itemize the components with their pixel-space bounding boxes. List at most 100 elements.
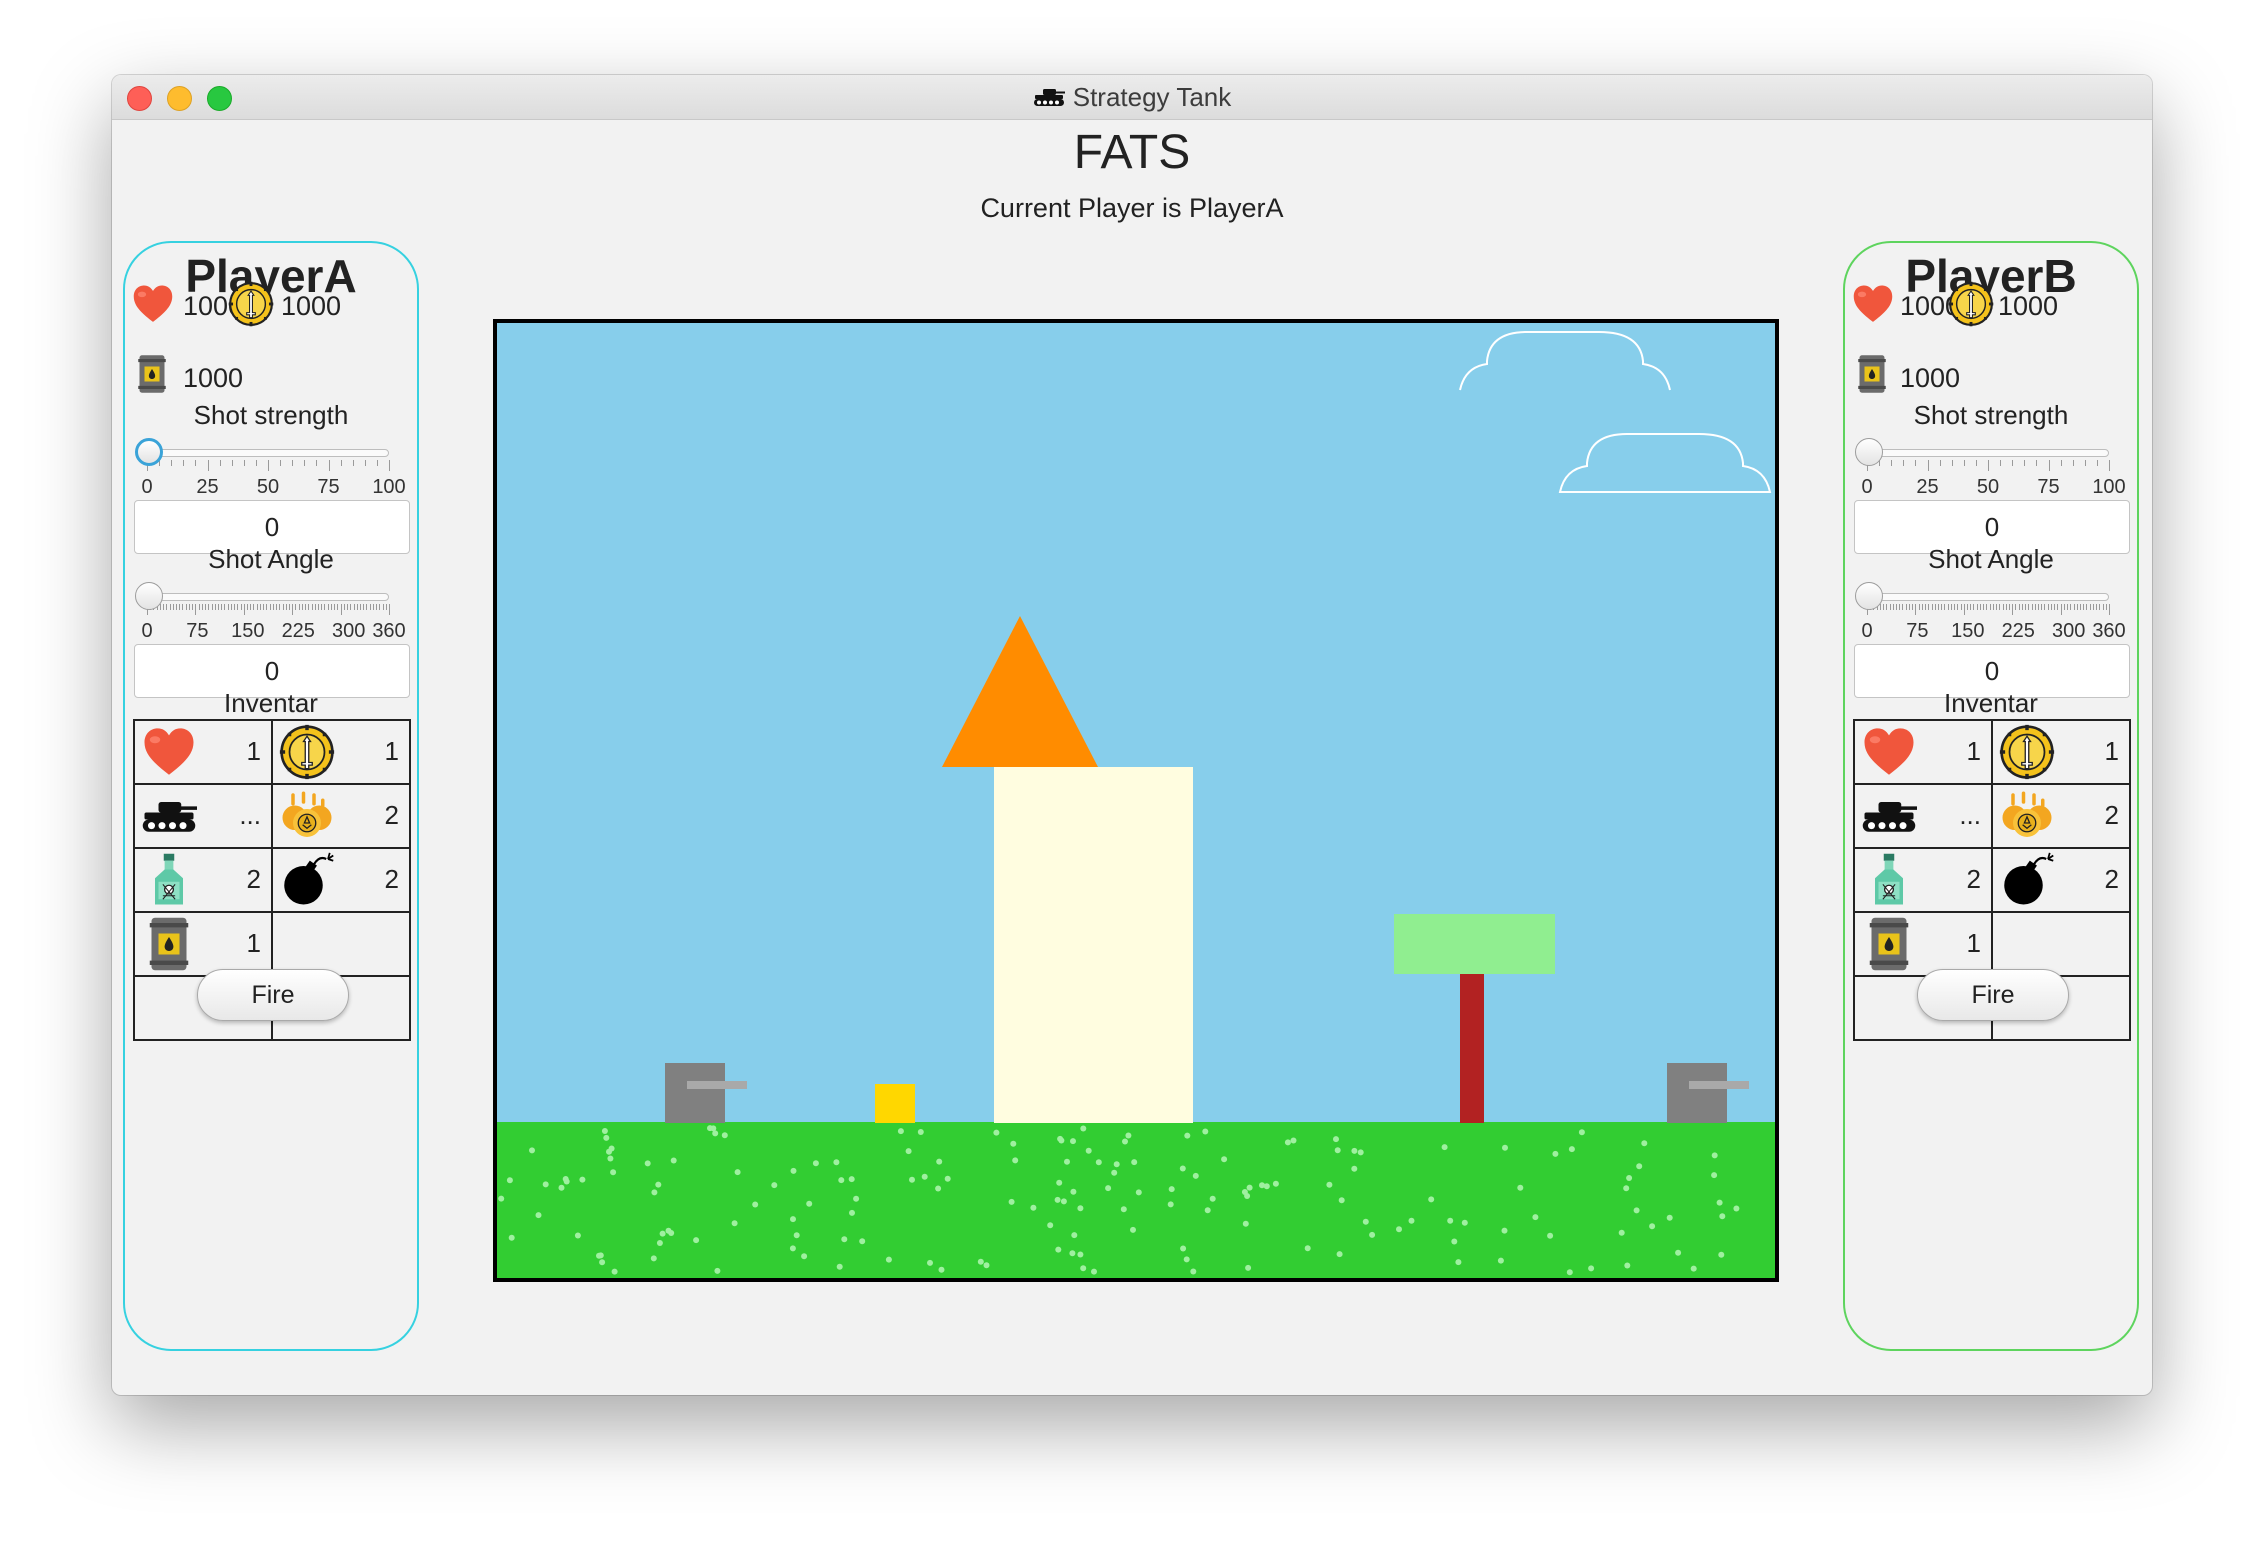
- poison-bottle-icon: [141, 852, 197, 908]
- grass-flower: [752, 1201, 759, 1208]
- slider-tick: [1963, 604, 1965, 615]
- grass-flower: [993, 1129, 1000, 1136]
- slider-tick: [2041, 604, 2043, 610]
- player-b-fire-button[interactable]: Fire: [1917, 969, 2069, 1021]
- inventory-slot[interactable]: 2: [1991, 847, 2131, 913]
- grass-flower: [1183, 1256, 1190, 1263]
- grass-flower: [721, 1132, 728, 1139]
- slider-thumb[interactable]: [1855, 438, 1883, 466]
- grass-flower: [1428, 1196, 1435, 1203]
- inventory-slot[interactable]: 1: [1991, 719, 2131, 785]
- slider-tick: [328, 460, 330, 471]
- slider-tick: [253, 604, 255, 610]
- grass-flower: [790, 1167, 797, 1174]
- inventory-count: 1: [1966, 736, 1981, 766]
- slider-tick: [1941, 604, 1943, 610]
- slider-tick: [2063, 604, 2065, 610]
- slider-tick: [2060, 460, 2062, 466]
- grass-flower: [1408, 1217, 1415, 1224]
- inventory-slot[interactable]: 2: [271, 783, 411, 849]
- inventory-count: 1: [2104, 736, 2119, 766]
- grass-flower: [1711, 1172, 1718, 1179]
- inventory-label: Inventar: [224, 688, 318, 718]
- shot-strength-label: Shot strength: [1913, 400, 2069, 430]
- inventory-slot[interactable]: 1: [133, 911, 273, 977]
- inventory-count: 2: [2104, 864, 2119, 894]
- grass-flower: [1497, 1257, 1504, 1264]
- slider-tick: [376, 604, 378, 610]
- grass-flower: [1578, 1129, 1585, 1136]
- slider-tick: [321, 604, 323, 610]
- player-a-angle-slider[interactable]: 0 75 150 225 300 360: [135, 582, 406, 648]
- grass-flower: [529, 1147, 535, 1154]
- player-a-fire-button[interactable]: Fire: [197, 969, 349, 1021]
- inventory-slot[interactable]: 1: [133, 719, 273, 785]
- grass-flower: [1030, 1204, 1037, 1211]
- slider-tick-label: 25: [196, 476, 219, 498]
- player-b-angle-slider[interactable]: 0 75 150 225 300 360: [1855, 582, 2126, 648]
- slider-tick: [195, 460, 197, 466]
- slider-thumb[interactable]: [135, 582, 163, 610]
- slider-tick: [269, 604, 271, 610]
- game-canvas[interactable]: [493, 319, 1779, 1282]
- game-title: FATS: [1073, 126, 1191, 179]
- grass-flower: [665, 1227, 672, 1234]
- slider-tick: [1921, 604, 1923, 610]
- slider-tick: [2105, 604, 2107, 610]
- inventory-count: 2: [1966, 864, 1981, 894]
- slider-tick: [182, 604, 184, 610]
- inventory-slot[interactable]: 2: [271, 847, 411, 913]
- slider-thumb[interactable]: [1855, 582, 1883, 610]
- slider-tick: [363, 604, 365, 610]
- inventory-label: Inventar: [1944, 688, 2038, 718]
- grass-flower: [558, 1184, 565, 1191]
- grass-flower: [535, 1212, 542, 1219]
- grass-flower: [1690, 1265, 1697, 1272]
- inventory-slot[interactable]: 1: [1853, 719, 1993, 785]
- inventory-slot[interactable]: 2: [1991, 783, 2131, 849]
- slider-thumb[interactable]: [135, 438, 163, 466]
- slider-tick-label: 75: [2037, 476, 2060, 498]
- grass-flower: [1125, 1132, 1132, 1139]
- grass-flower: [1058, 1137, 1065, 1144]
- slider-tick: [385, 604, 387, 610]
- grass-flower: [1131, 1159, 1138, 1166]
- grass-flower: [670, 1157, 677, 1164]
- inventory-slot[interactable]: 2: [1853, 847, 1993, 913]
- slider-tick-label: 0: [141, 620, 153, 642]
- player-a-strength-slider[interactable]: 0 25 50 75 100: [135, 438, 406, 504]
- grass-flower: [608, 1145, 615, 1152]
- explosion-icon: [1999, 788, 2055, 844]
- grass-flower: [859, 1238, 866, 1245]
- inventory-slot[interactable]: 2: [133, 847, 273, 913]
- slider-tick: [2057, 604, 2059, 610]
- grass-flower: [506, 1177, 513, 1184]
- slider-tick: [2002, 604, 2004, 610]
- inventory-slot[interactable]: ...: [133, 783, 273, 849]
- grass-flower: [1624, 1262, 1631, 1269]
- grass-flower: [1547, 1232, 1554, 1239]
- grass-flower: [1334, 1147, 1341, 1154]
- slider-tick: [347, 604, 349, 610]
- slider-tick: [1915, 460, 1917, 466]
- player-b-money: 1000: [1998, 291, 2059, 321]
- inventory-count: 2: [2104, 800, 2119, 830]
- inventory-slot[interactable]: [1991, 911, 2131, 977]
- slider-tick: [1999, 604, 2001, 610]
- player-b-strength-slider[interactable]: 0 25 50 75 100: [1855, 438, 2126, 504]
- inventory-slot[interactable]: 1: [271, 719, 411, 785]
- slider-tick: [2083, 604, 2085, 610]
- slider-tick: [276, 604, 278, 610]
- slider-tick: [217, 604, 219, 610]
- grass-flower: [1623, 1185, 1630, 1192]
- inventory-slot[interactable]: ...: [1853, 783, 1993, 849]
- inventory-slot[interactable]: 1: [1853, 911, 1993, 977]
- slider-tick: [1891, 460, 1893, 466]
- tank-icon: [141, 788, 197, 844]
- grass-flower: [793, 1232, 800, 1239]
- grass-flower: [1184, 1132, 1191, 1139]
- slider-tick: [389, 460, 390, 471]
- slider-tick: [330, 604, 332, 610]
- slider-tick: [211, 604, 213, 610]
- inventory-slot[interactable]: [271, 911, 411, 977]
